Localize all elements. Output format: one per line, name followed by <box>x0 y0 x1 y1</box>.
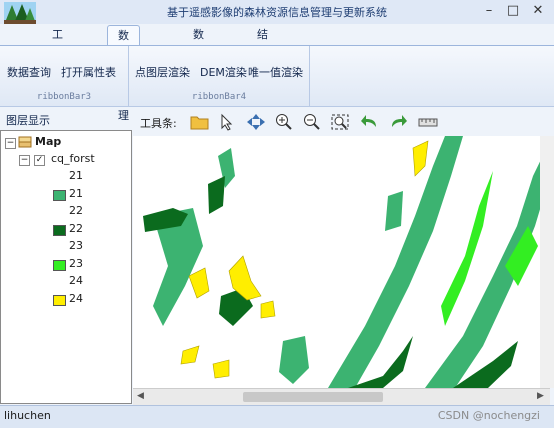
unique-value-render-button[interactable]: 唯一值渲染 <box>248 64 303 80</box>
forest-polygon-24 <box>212 359 230 379</box>
title-bar: 基于遥感影像的森林资源信息管理与更新系统 – □ ✕ <box>0 0 554 24</box>
ribbon-panel: 数据查询 打开属性表 ribbonBar3 点图层渲染 DEM渲染 唯一值渲染 … <box>0 45 554 107</box>
back-icon[interactable] <box>360 113 380 131</box>
collapse-map-toggle[interactable]: − <box>5 138 16 149</box>
forest-polygon-24 <box>260 300 276 319</box>
forest-polygon-21 <box>385 191 403 231</box>
measure-icon[interactable] <box>418 113 438 131</box>
layer-panel-header: 图层显示 <box>0 110 132 128</box>
collapse-layer-toggle[interactable]: − <box>19 155 30 166</box>
forest-polygon-21 <box>279 336 309 384</box>
legend-heading-label: 24 <box>69 274 83 287</box>
legend-heading-label: 22 <box>69 204 83 217</box>
legend-item-label: 21 <box>69 186 83 200</box>
legend-item-label: 22 <box>69 221 83 235</box>
layer-name-label[interactable]: cq_forst <box>51 152 95 165</box>
legend-item-label: 23 <box>69 256 83 270</box>
minimize-button[interactable]: – <box>478 2 500 20</box>
maximize-button[interactable]: □ <box>502 2 524 20</box>
map-canvas[interactable] <box>133 136 550 388</box>
tab-data-preprocessing[interactable]: 数据预处理 <box>107 25 140 122</box>
legend-swatch <box>53 224 66 236</box>
tab-result-output[interactable]: 结果输出 <box>247 25 278 101</box>
scroll-left-icon[interactable]: ◀ <box>137 391 144 401</box>
ribbon-group-caption: ribbonBar3 <box>36 92 92 102</box>
forest-polygon-24 <box>188 267 210 299</box>
scroll-right-icon[interactable]: ▶ <box>537 391 544 401</box>
zoom-out-icon[interactable] <box>302 113 322 131</box>
forest-polygons-map <box>143 136 550 388</box>
map-toolbar: 工具条: <box>134 110 554 134</box>
zoom-in-icon[interactable] <box>274 113 294 131</box>
horizontal-scrollbar[interactable]: ◀ ▶ <box>133 388 550 405</box>
legend-swatch <box>53 259 66 271</box>
select-arrow-icon[interactable] <box>218 113 238 131</box>
window-title: 基于遥感影像的森林资源信息管理与更新系统 <box>167 6 387 19</box>
toolbar-label: 工具条: <box>140 117 177 130</box>
legend-heading-label: 21 <box>69 169 83 182</box>
open-attribute-table-button[interactable]: 打开属性表 <box>61 64 116 80</box>
layer-panel-title: 图层显示 <box>6 114 50 127</box>
forest-polygon-22 <box>208 176 225 214</box>
map-layers-icon <box>18 136 32 148</box>
forest-polygon-21 <box>328 136 463 388</box>
ribbon-group-3: 数据查询 打开属性表 ribbonBar3 <box>0 46 129 106</box>
ribbon-group-4: 点图层渲染 DEM渲染 唯一值渲染 ribbonBar4 <box>129 46 310 106</box>
tab-project-management[interactable]: 工程管理 <box>42 25 73 101</box>
open-folder-icon[interactable] <box>190 113 210 131</box>
legend-heading-label: 23 <box>69 239 83 252</box>
forest-polygon-24 <box>412 140 429 177</box>
forward-icon[interactable] <box>388 113 408 131</box>
ribbon-group-caption: ribbonBar4 <box>191 92 247 102</box>
watermark-text: CSDN @nochengzi <box>437 409 540 422</box>
point-layer-render-button[interactable]: 点图层渲染 <box>135 64 190 80</box>
close-button[interactable]: ✕ <box>527 2 549 20</box>
legend-item-label: 24 <box>69 291 83 305</box>
data-query-button[interactable]: 数据查询 <box>7 64 51 80</box>
legend-swatch <box>53 294 66 306</box>
map-node-label[interactable]: Map <box>35 135 61 148</box>
forest-polygon-24 <box>180 345 200 365</box>
tab-data-analysis[interactable]: 数据分析 <box>183 25 214 101</box>
scroll-thumb[interactable] <box>243 392 383 402</box>
table-of-contents: − Map − ✓ cq_forst 21 21 22 22 23 23 24 24 <box>0 130 132 404</box>
legend-swatch <box>53 189 66 201</box>
vertical-scrollbar[interactable] <box>540 136 554 388</box>
status-username: lihuchen <box>4 409 51 422</box>
full-extent-icon[interactable] <box>330 113 350 131</box>
status-bar: lihuchen CSDN @nochengzi <box>0 405 554 428</box>
layer-visibility-checkbox[interactable]: ✓ <box>34 155 45 166</box>
pan-icon[interactable] <box>246 113 266 131</box>
dem-render-button[interactable]: DEM渲染 <box>200 64 247 80</box>
